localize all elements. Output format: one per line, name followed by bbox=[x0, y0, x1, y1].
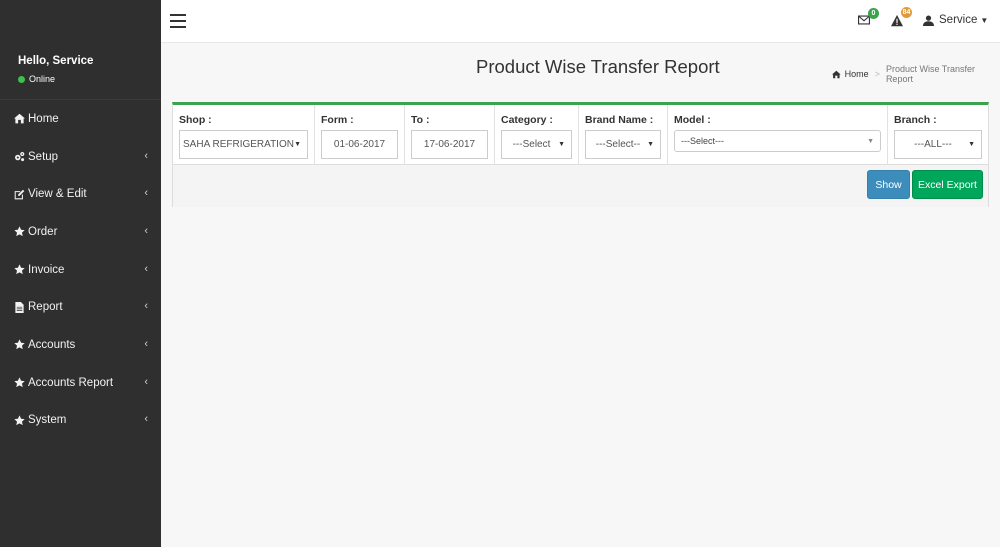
chevron-left-icon: ‹ bbox=[144, 300, 148, 313]
chevron-left-icon: ‹ bbox=[144, 413, 148, 426]
sidebar-item-label: Invoice bbox=[28, 263, 65, 276]
to-date-input[interactable]: 17-06-2017 bbox=[411, 130, 488, 159]
model-field: Model : ---Select--- bbox=[668, 105, 888, 165]
alert-count-badge: 84 bbox=[901, 7, 912, 18]
sidebar-item-invoice[interactable]: Invoice ‹ bbox=[0, 251, 161, 289]
sidebar-item-accounts[interactable]: Accounts ‹ bbox=[0, 326, 161, 364]
sidebar-menu: Home Setup ‹ View & Edit ‹ Order ‹ Invoi… bbox=[0, 100, 161, 439]
sidebar-item-view-edit[interactable]: View & Edit ‹ bbox=[0, 175, 161, 213]
sidebar-toggle-icon[interactable] bbox=[170, 14, 186, 28]
chevron-left-icon: ‹ bbox=[144, 224, 148, 237]
user-name: Service bbox=[939, 14, 978, 26]
brand-select[interactable]: ---Select-- bbox=[585, 130, 661, 159]
shop-select-value: SAHA REFRIGERATION bbox=[183, 139, 294, 150]
user-dropdown[interactable]: Service ▼ bbox=[923, 14, 988, 26]
sidebar-item-label: Report bbox=[28, 301, 63, 314]
star-icon bbox=[11, 339, 27, 350]
sidebar-item-label: Accounts Report bbox=[28, 376, 114, 389]
sidebar-item-setup[interactable]: Setup ‹ bbox=[0, 138, 161, 176]
greeting: Hello, Service bbox=[18, 55, 94, 67]
excel-export-button[interactable]: Excel Export bbox=[912, 170, 983, 199]
star-icon bbox=[11, 377, 27, 388]
sidebar-item-home[interactable]: Home bbox=[0, 100, 161, 138]
branch-field: Branch : ---ALL--- bbox=[888, 105, 988, 165]
top-navbar: 0 84 Service ▼ bbox=[161, 0, 1000, 43]
from-date-label: Form : bbox=[321, 114, 354, 126]
online-status: Online bbox=[18, 74, 161, 84]
home-icon bbox=[11, 113, 27, 124]
show-button[interactable]: Show bbox=[867, 170, 910, 199]
category-field: Category : ---Select bbox=[495, 105, 579, 165]
brand-select-value: ---Select-- bbox=[595, 139, 641, 150]
caret-down-icon: ▼ bbox=[980, 15, 989, 25]
category-label: Category : bbox=[501, 114, 553, 126]
sidebar-item-label: System bbox=[28, 414, 67, 427]
sidebar-item-order[interactable]: Order ‹ bbox=[0, 213, 161, 251]
chevron-left-icon: ‹ bbox=[144, 187, 148, 200]
chevron-left-icon: ‹ bbox=[144, 375, 148, 388]
from-date-value: 01-06-2017 bbox=[333, 139, 386, 150]
shop-label: Shop : bbox=[179, 114, 212, 126]
edit-icon bbox=[11, 189, 27, 200]
category-select-value: ---Select bbox=[512, 139, 551, 150]
user-icon bbox=[923, 14, 934, 26]
branch-select[interactable]: ---ALL--- bbox=[894, 130, 982, 159]
model-select[interactable]: ---Select--- bbox=[674, 130, 881, 152]
sidebar-item-label: Setup bbox=[28, 150, 59, 163]
filter-panel: Shop : SAHA REFRIGERATION Form : 01-06-2… bbox=[172, 102, 989, 207]
sidebar-item-report[interactable]: Report ‹ bbox=[0, 288, 161, 326]
branch-label: Branch : bbox=[894, 114, 937, 126]
cogs-icon bbox=[11, 151, 27, 162]
chevron-left-icon: ‹ bbox=[144, 262, 148, 275]
sidebar: Hello, Service Online Home Setup ‹ View … bbox=[0, 0, 161, 547]
to-date-label: To : bbox=[411, 114, 430, 126]
breadcrumb-current: Product Wise Transfer Report bbox=[885, 64, 975, 84]
filter-fields: Shop : SAHA REFRIGERATION Form : 01-06-2… bbox=[173, 105, 988, 165]
sidebar-item-label: Order bbox=[28, 225, 58, 238]
filter-actions: Show Excel Export bbox=[173, 165, 988, 207]
category-select[interactable]: ---Select bbox=[501, 130, 572, 159]
brand-label: Brand Name : bbox=[585, 114, 654, 126]
star-icon bbox=[11, 264, 27, 275]
sidebar-item-label: Accounts bbox=[28, 338, 76, 351]
sidebar-item-label: View & Edit bbox=[28, 188, 87, 201]
shop-field: Shop : SAHA REFRIGERATION bbox=[173, 105, 315, 165]
branch-select-value: ---ALL--- bbox=[914, 139, 952, 150]
home-icon bbox=[832, 70, 841, 78]
breadcrumb-home-link[interactable]: Home bbox=[845, 69, 869, 79]
online-dot-icon bbox=[18, 75, 25, 83]
from-date-field: Form : 01-06-2017 bbox=[315, 105, 405, 165]
mail-count-badge: 0 bbox=[868, 8, 879, 19]
from-date-input[interactable]: 01-06-2017 bbox=[321, 130, 398, 159]
brand-field: Brand Name : ---Select-- bbox=[579, 105, 668, 165]
sidebar-item-label: Home bbox=[28, 112, 59, 125]
warning-icon[interactable] bbox=[891, 15, 903, 27]
file-icon bbox=[11, 301, 27, 313]
to-date-value: 17-06-2017 bbox=[423, 139, 476, 150]
breadcrumb: Home > Product Wise Transfer Report bbox=[832, 64, 1000, 84]
chevron-left-icon: ‹ bbox=[144, 149, 148, 162]
status-label: Online bbox=[29, 74, 56, 84]
star-icon bbox=[11, 226, 27, 237]
to-date-field: To : 17-06-2017 bbox=[405, 105, 495, 165]
page-title: Product Wise Transfer Report bbox=[476, 56, 720, 77]
chevron-left-icon: ‹ bbox=[144, 338, 148, 351]
sidebar-item-system[interactable]: System ‹ bbox=[0, 402, 161, 440]
model-label: Model : bbox=[674, 114, 711, 126]
breadcrumb-separator: > bbox=[874, 69, 880, 79]
user-panel: Hello, Service Online bbox=[0, 0, 161, 100]
model-select-value: ---Select--- bbox=[681, 136, 724, 146]
sidebar-item-accounts-report[interactable]: Accounts Report ‹ bbox=[0, 364, 161, 402]
shop-select[interactable]: SAHA REFRIGERATION bbox=[179, 130, 308, 159]
star-icon bbox=[11, 415, 27, 426]
